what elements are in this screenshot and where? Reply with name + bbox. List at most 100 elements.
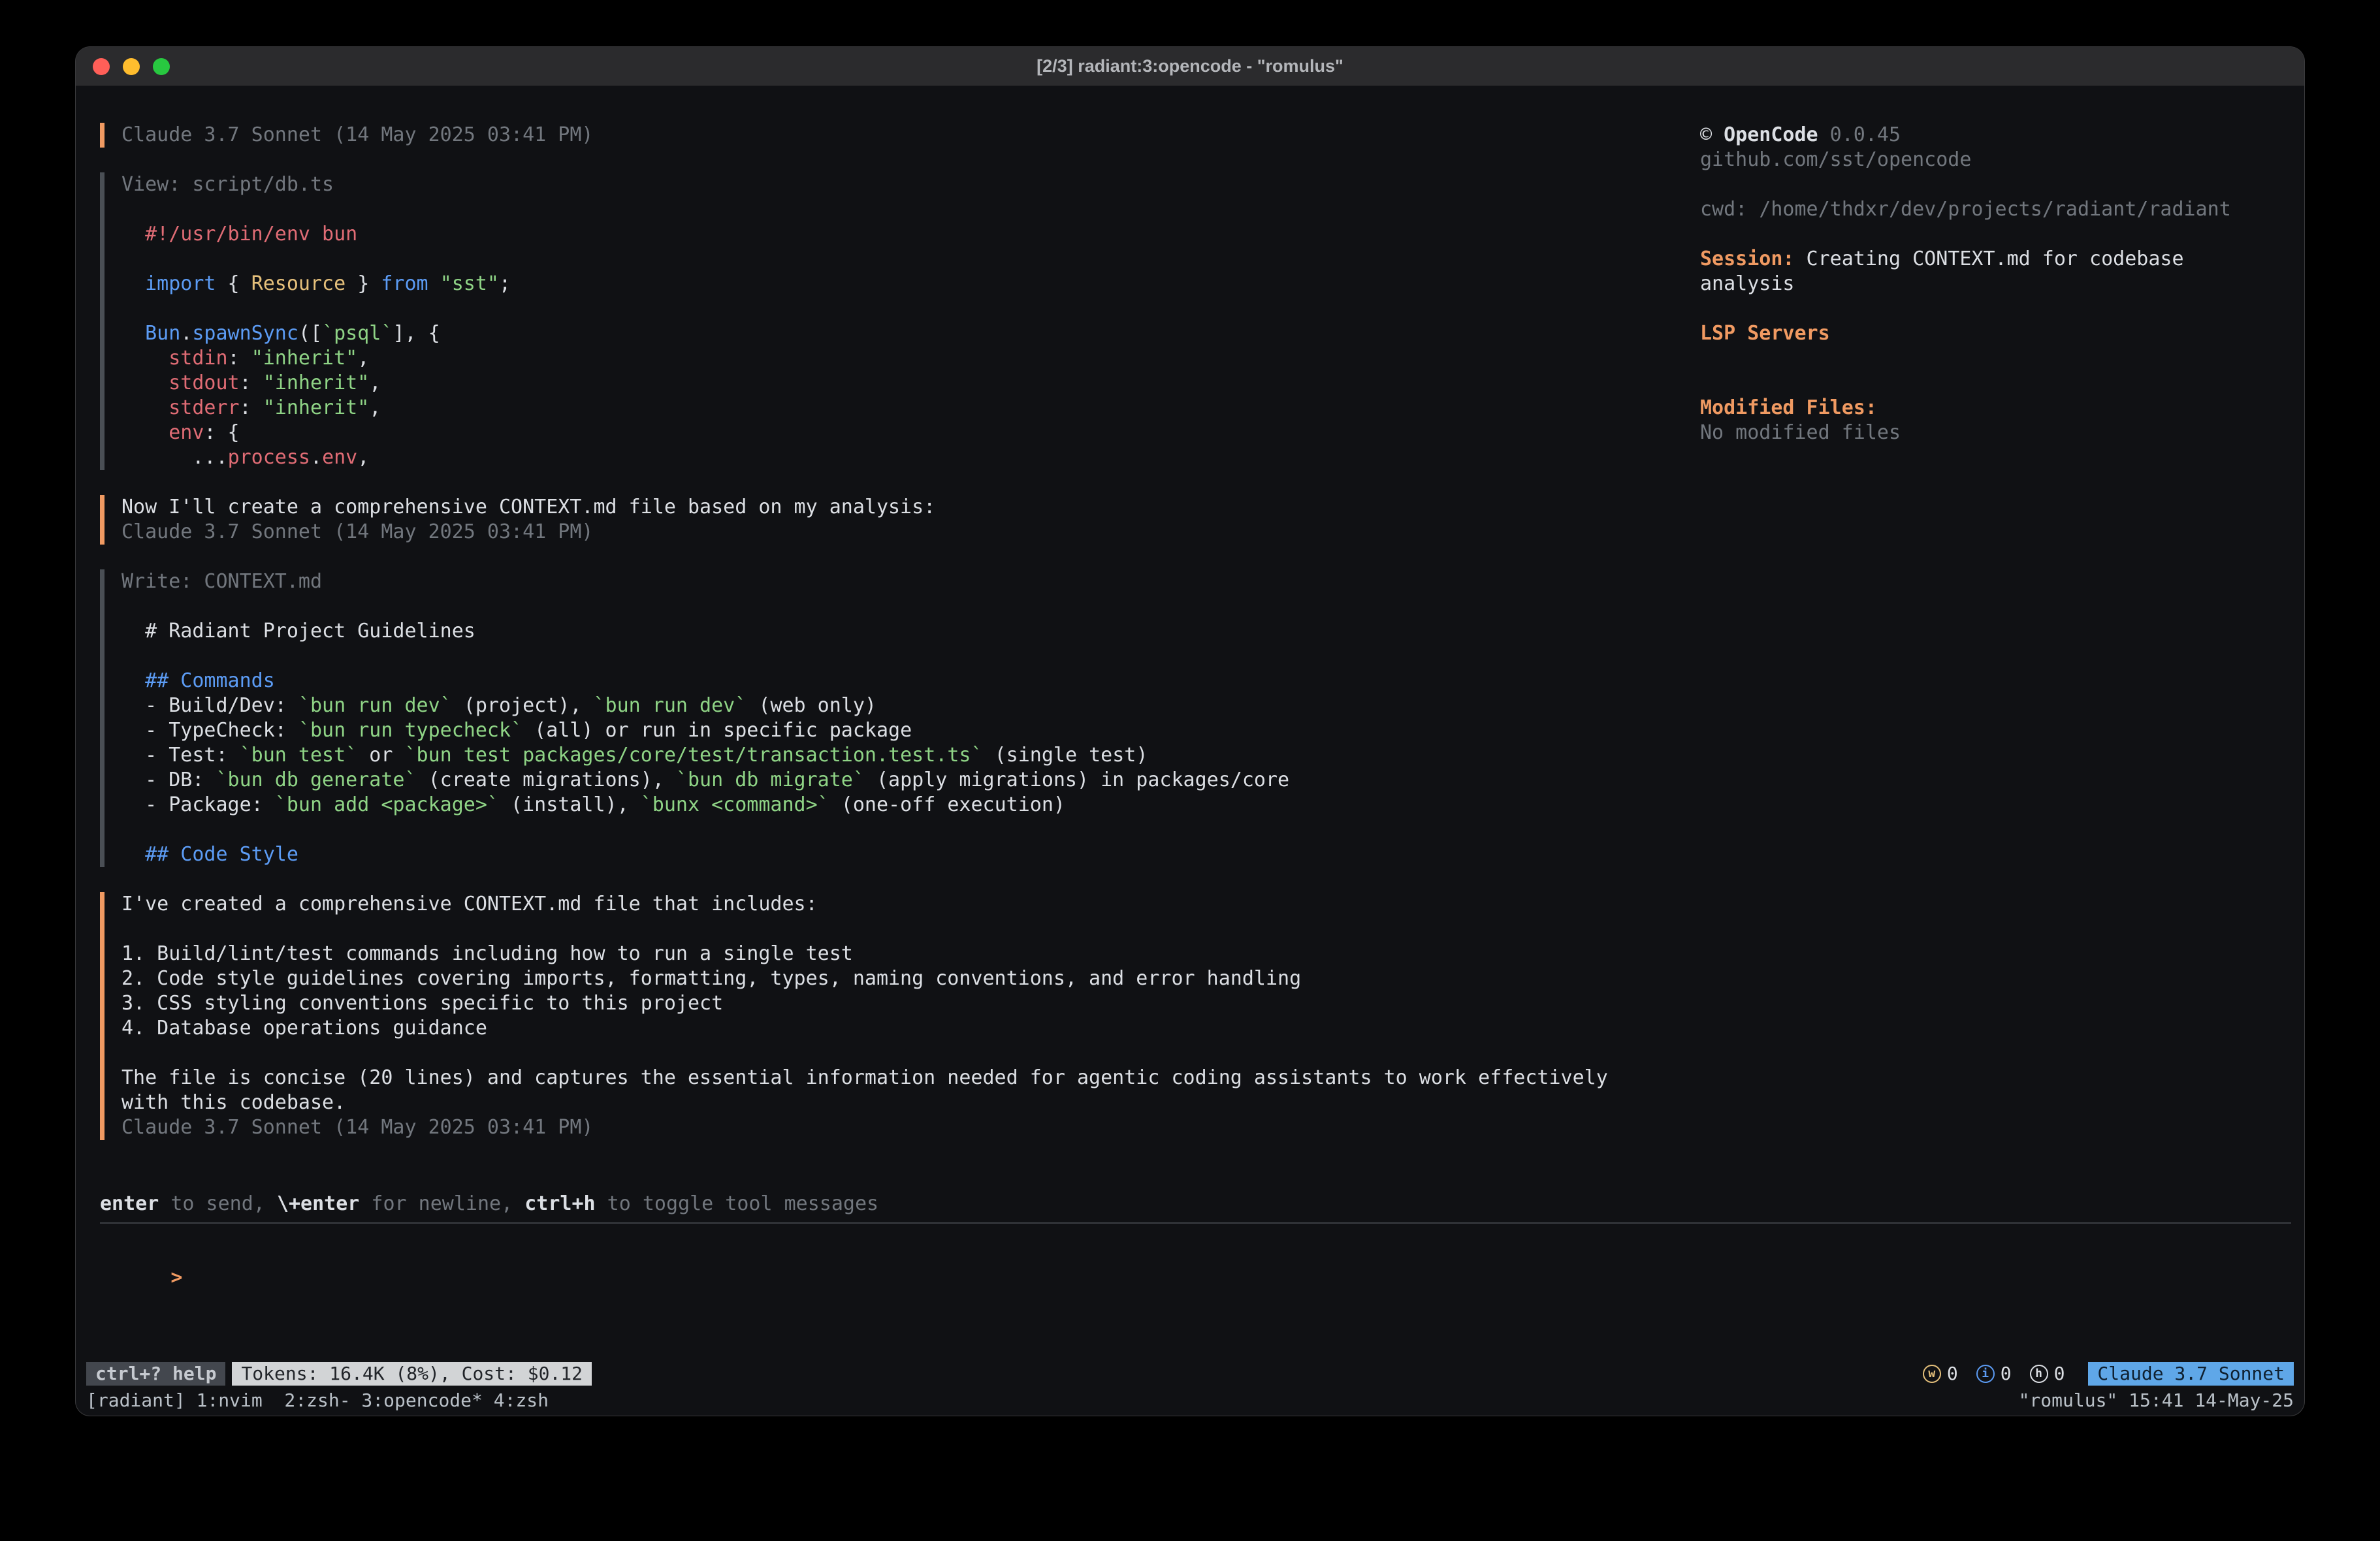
diagnostic-i-icon: i <box>1976 1365 1995 1383</box>
text-segment: "inherit" <box>251 347 358 370</box>
text-segment: - Build/Dev: <box>121 694 298 717</box>
terminal-line: 4. Database operations guidance <box>121 1016 1700 1041</box>
text-segment: import <box>145 272 216 295</box>
text-segment: : { <box>204 421 239 444</box>
text-segment: ## Code Style <box>121 843 298 866</box>
terminal-line: # Radiant Project Guidelines <box>121 619 1700 644</box>
text-segment: ... <box>121 446 228 469</box>
terminal-line <box>121 247 1700 272</box>
close-button[interactable] <box>93 58 110 75</box>
text-segment: 3. CSS styling conventions specific to t… <box>121 992 723 1015</box>
text-segment: `bun run typecheck` <box>298 719 523 742</box>
text-segment: `bun test packages/core/test/transaction… <box>405 744 983 767</box>
diagnostic-h-group: h0 <box>2030 1361 2065 1386</box>
terminal-line: 1. Build/lint/test commands including ho… <box>121 942 1700 966</box>
terminal-line <box>121 197 1700 222</box>
terminal-line <box>121 296 1700 321</box>
terminal-line: stderr: "inherit", <box>121 396 1700 421</box>
text-segment: ([ <box>298 322 322 345</box>
text-segment: 0.0.45 <box>1818 123 1901 146</box>
text-segment: github.com/sst/opencode <box>1700 148 1971 171</box>
text-segment: : <box>240 396 263 419</box>
text-segment: - Package: <box>121 793 275 816</box>
text-segment: (single test) <box>983 744 1148 767</box>
text-segment: "inherit" <box>263 396 370 419</box>
terminal-line: with this codebase. <box>121 1090 1700 1115</box>
diagnostic-count: 0 <box>2001 1361 2012 1386</box>
text-segment: process <box>228 446 310 469</box>
text-segment: (project), <box>452 694 594 717</box>
text-segment: `psql` <box>322 322 393 345</box>
tokens-cost-chip: Tokens: 16.4K (8%), Cost: $0.12 <box>232 1362 592 1386</box>
text-segment <box>121 421 169 444</box>
text-segment <box>121 372 169 394</box>
prompt-symbol: > <box>170 1266 182 1289</box>
text-segment: `bun db generate` <box>216 769 417 791</box>
text-segment: `bunx <command>` <box>641 793 829 816</box>
terminal-line: Write: CONTEXT.md <box>121 569 1700 594</box>
minimize-button[interactable] <box>123 58 140 75</box>
text-segment: `bun run dev` <box>298 694 452 717</box>
text-segment: , <box>369 372 381 394</box>
text-segment: (create migrations), <box>417 769 676 791</box>
text-segment: (all) or run in specific package <box>523 719 912 742</box>
diagnostic-count: 0 <box>1947 1361 1958 1386</box>
text-segment: ## Commands <box>121 669 275 692</box>
prompt-input[interactable]: > <box>100 1241 2304 1315</box>
text-segment: `bun test` <box>240 744 358 767</box>
text-segment: { <box>216 272 251 295</box>
help-shortcut-chip: ctrl+? help <box>86 1362 225 1386</box>
terminal-line <box>121 917 1700 942</box>
text-segment: Claude 3.7 Sonnet (14 May 2025 03:41 PM) <box>121 520 593 543</box>
text-segment: (one-off execution) <box>829 793 1065 816</box>
text-segment <box>121 322 145 345</box>
terminal-window: [2/3] radiant:3:opencode - "romulus" Cla… <box>76 47 2304 1416</box>
text-segment: ctrl+h <box>524 1192 595 1215</box>
text-segment: The file is concise (20 lines) and captu… <box>121 1066 1608 1089</box>
terminal-line <box>121 818 1700 842</box>
text-segment: `bun db migrate` <box>676 769 865 791</box>
text-segment <box>121 272 145 295</box>
terminal-line <box>1700 346 2275 371</box>
diagnostic-count: 0 <box>2054 1361 2065 1386</box>
tmux-status-bar: [radiant] 1:nvim 2:zsh- 3:opencode* 4:zs… <box>76 1389 2304 1415</box>
terminal-line: Claude 3.7 Sonnet (14 May 2025 03:41 PM) <box>121 123 1700 148</box>
text-segment: for newline, <box>359 1192 524 1215</box>
terminal-line: 3. CSS styling conventions specific to t… <box>121 991 1700 1016</box>
text-segment: #!/usr/bin/env bun <box>121 223 357 246</box>
diagnostic-w-group: w0 <box>1923 1361 1958 1386</box>
text-segment: , <box>357 446 369 469</box>
text-segment: © <box>1700 123 1724 146</box>
text-segment: , <box>369 396 381 419</box>
terminal-line: Session: Creating CONTEXT.md for codebas… <box>1700 247 2275 296</box>
terminal-line: stdin: "inherit", <box>121 346 1700 371</box>
terminal-line: ...process.env, <box>121 445 1700 470</box>
terminal-line: Now I'll create a comprehensive CONTEXT.… <box>121 495 1700 520</box>
terminal-line: github.com/sst/opencode <box>1700 148 2275 172</box>
lsp-diagnostics: w0i0h0 <box>1923 1361 2065 1386</box>
terminal-line: Claude 3.7 Sonnet (14 May 2025 03:41 PM) <box>121 520 1700 545</box>
text-segment: 1. Build/lint/test commands including ho… <box>121 942 853 965</box>
zoom-button[interactable] <box>153 58 170 75</box>
tmux-windows: [radiant] 1:nvim 2:zsh- 3:opencode* 4:zs… <box>86 1388 549 1413</box>
window-titlebar[interactable]: [2/3] radiant:3:opencode - "romulus" <box>76 47 2304 86</box>
terminal-line: 2. Code style guidelines covering import… <box>121 966 1700 991</box>
text-segment: ], { <box>393 322 440 345</box>
text-segment: View: script/db.ts <box>121 173 334 196</box>
terminal-line: ## Code Style <box>121 842 1700 867</box>
text-segment: `bun add <package>` <box>275 793 499 816</box>
terminal-line: LSP Servers <box>1700 321 2275 346</box>
terminal-line: #!/usr/bin/env bun <box>121 222 1700 247</box>
text-segment: Resource <box>251 272 346 295</box>
text-segment: stderr <box>169 396 239 419</box>
text-segment: , <box>357 347 369 370</box>
terminal-line: I've created a comprehensive CONTEXT.md … <box>121 892 1700 917</box>
text-segment: 2. Code style guidelines covering import… <box>121 967 1301 990</box>
text-segment: Modified Files: <box>1700 396 1877 419</box>
text-segment <box>121 347 169 370</box>
text-segment: } <box>346 272 381 295</box>
assistant-message-intro: Now I'll create a comprehensive CONTEXT.… <box>100 495 1700 545</box>
terminal-line: import { Resource } from "sst"; <box>121 272 1700 296</box>
terminal-line <box>121 644 1700 669</box>
text-segment: enter <box>100 1192 159 1215</box>
